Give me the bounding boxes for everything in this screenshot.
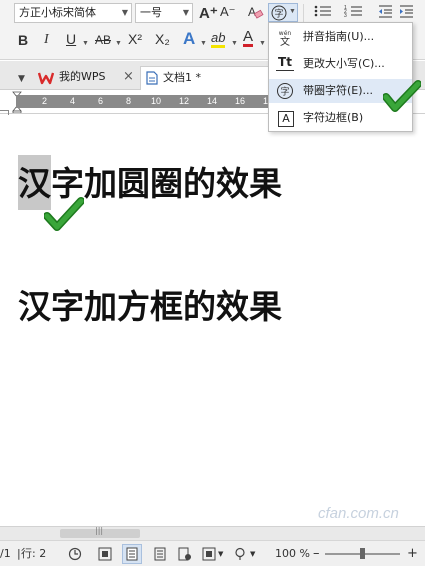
outdent-icon	[379, 5, 392, 18]
chevron-down-icon[interactable]: ▼	[82, 34, 89, 48]
ruler-number: 8	[126, 96, 132, 106]
ruler-number: 4	[70, 96, 76, 106]
checkmark-icon	[44, 197, 84, 231]
page-view-icon	[126, 547, 138, 561]
text-effect-button[interactable]: A	[183, 29, 195, 49]
font-size-value: 一号	[140, 6, 162, 19]
menu-item-label: 更改大小写(C)...	[303, 57, 385, 70]
menu-item-pinyin-guide[interactable]: wén 文 拼音指南(U)...	[269, 25, 412, 49]
superscript-button[interactable]: X²	[128, 31, 142, 47]
reading-view-icon[interactable]	[202, 547, 216, 561]
status-bar: /1 | 行: 2 ▼ ▼ 100 % – +	[0, 540, 425, 566]
char-border-icon: A	[278, 111, 294, 127]
web-view-icon[interactable]	[178, 547, 192, 561]
tab-document1[interactable]: 文档1 *	[140, 66, 270, 90]
ruler-scale: 2 4 6 8 10 12 14 16 18	[16, 95, 308, 108]
chevron-down-icon[interactable]: ▼	[115, 34, 122, 48]
menu-item-label: 拼音指南(U)...	[303, 30, 375, 43]
zoom-level[interactable]: 100 %	[275, 541, 310, 567]
tab-menu-arrow[interactable]: ▼	[18, 68, 25, 92]
document-icon	[146, 71, 158, 85]
grip-icon: |||	[95, 526, 104, 535]
ruler-number: 10	[151, 96, 162, 106]
zoom-slider-handle[interactable]	[360, 548, 365, 559]
document-canvas[interactable]: 汉字加圆圈的效果 汉字加方框的效果 cfan.com.cn	[0, 115, 425, 526]
checkmark-icon	[383, 80, 421, 112]
revision-icon[interactable]	[68, 547, 82, 561]
bullet-list-icon	[314, 5, 331, 17]
svg-text:字: 字	[274, 8, 283, 20]
ruler-number: 2	[42, 96, 48, 106]
svg-text:字: 字	[280, 86, 289, 98]
zoom-out-button[interactable]: –	[313, 541, 320, 567]
svg-text:文: 文	[280, 35, 290, 46]
change-case-icon: Tt	[276, 55, 294, 71]
location-pin-icon[interactable]	[233, 547, 247, 561]
strikethrough-button[interactable]: AB	[95, 33, 111, 47]
numbered-list-button[interactable]: 1 2 3	[340, 3, 370, 21]
page-indicator: /1	[0, 547, 11, 560]
eraser-icon: A	[248, 5, 264, 19]
scrollbar-thumb[interactable]: |||	[60, 526, 140, 538]
page-view-button[interactable]	[122, 544, 142, 564]
row-indicator: 行: 2	[21, 547, 47, 560]
bold-button[interactable]: B	[18, 32, 28, 48]
chevron-down-icon: ▼	[182, 8, 189, 17]
tab-my-wps[interactable]: 我的WPS ×	[34, 66, 138, 90]
tab-label: 文档1 *	[163, 71, 201, 84]
horizontal-scrollbar[interactable]: |||	[0, 526, 425, 540]
chevron-down-icon[interactable]: ▼	[200, 34, 207, 48]
decrease-indent-button[interactable]	[376, 3, 394, 21]
subscript-button[interactable]: X₂	[155, 31, 170, 47]
underline-button[interactable]: U	[66, 31, 76, 47]
heading-text: 字加圆圈的效果	[51, 164, 282, 203]
chevron-down-icon[interactable]: ▼	[231, 34, 238, 48]
font-color-button[interactable]: A	[243, 29, 254, 47]
char-circle-button[interactable]: 字 ▼	[268, 3, 298, 22]
highlight-button[interactable]: ab	[211, 30, 226, 48]
close-icon[interactable]: ×	[123, 66, 134, 88]
outline-view-icon[interactable]	[153, 547, 167, 561]
chevron-down-icon: ▼	[121, 8, 128, 17]
grow-font-button[interactable]: A⁺	[199, 4, 218, 22]
char-format-menu: wén 文 拼音指南(U)... Tt 更改大小写(C)... 字 带圈字符(E)…	[268, 22, 413, 132]
zoom-slider[interactable]	[325, 548, 400, 559]
menu-item-label: 带圈字符(E)...	[303, 84, 374, 97]
indent-icon	[400, 5, 413, 18]
chevron-down-icon[interactable]: ▼	[250, 541, 255, 567]
circled-char-icon: 字	[271, 5, 287, 21]
font-size-combo[interactable]: 一号 ▼	[135, 3, 193, 23]
heading-box-line[interactable]: 汉字加方框的效果	[18, 280, 282, 328]
chevron-down-icon[interactable]: ▼	[218, 541, 223, 567]
circled-char-icon: 字	[276, 82, 294, 100]
ruler-number: 14	[207, 96, 218, 106]
font-name-value: 方正小标宋简体	[19, 6, 96, 19]
font-name-combo[interactable]: 方正小标宋简体 ▼	[14, 3, 132, 23]
svg-text:A: A	[248, 5, 256, 19]
menu-item-change-case[interactable]: Tt 更改大小写(C)...	[269, 52, 412, 76]
svg-text:wén: wén	[279, 30, 292, 37]
svg-text:3: 3	[344, 13, 347, 19]
ruler-number: 16	[235, 96, 246, 106]
ruler-number: 12	[179, 96, 190, 106]
chevron-down-icon[interactable]: ▼	[259, 34, 266, 48]
numbered-list-icon: 1 2 3	[344, 5, 362, 19]
shrink-font-button[interactable]: A⁻	[220, 4, 236, 20]
wps-logo-icon	[38, 72, 54, 85]
toolbar-divider	[303, 4, 304, 22]
chevron-down-icon: ▼	[289, 8, 296, 15]
watermark: cfan.com.cn	[318, 505, 399, 522]
pinyin-icon: wén 文	[276, 28, 294, 48]
increase-indent-button[interactable]	[397, 3, 415, 21]
menu-item-label: 字符边框(B)	[303, 111, 364, 124]
italic-button[interactable]: I	[44, 32, 49, 48]
bullet-list-button[interactable]	[309, 3, 339, 21]
focus-mode-icon[interactable]	[98, 547, 112, 561]
ruler-number: 6	[98, 96, 104, 106]
clear-format-button[interactable]: A	[246, 3, 264, 21]
tab-label: 我的WPS	[59, 70, 106, 83]
zoom-in-button[interactable]: +	[407, 541, 418, 567]
